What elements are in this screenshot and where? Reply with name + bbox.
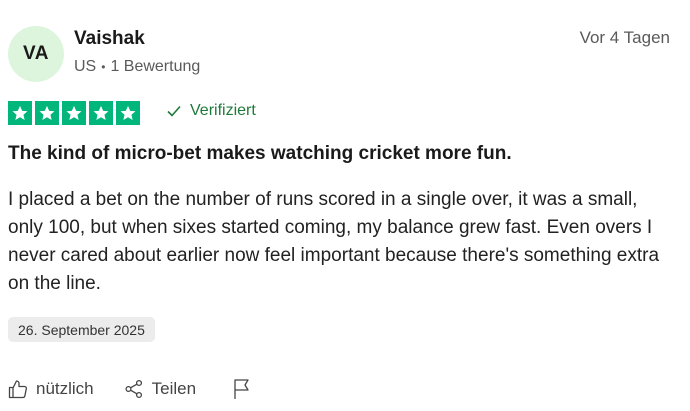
- thumbs-up-icon: [8, 380, 27, 399]
- star-icon: [62, 101, 86, 125]
- useful-label: nützlich: [36, 379, 94, 398]
- experience-date: 26. September 2025: [8, 317, 155, 342]
- useful-button[interactable]: nützlich: [8, 379, 94, 399]
- report-button[interactable]: [232, 378, 252, 400]
- share-button[interactable]: Teilen: [124, 379, 196, 399]
- review-body: I placed a bet on the number of runs sco…: [8, 189, 660, 294]
- checkmark-icon: [167, 105, 181, 117]
- verified-label: Verifiziert: [190, 102, 256, 119]
- star-rating: [8, 101, 140, 125]
- star-icon: [89, 101, 113, 125]
- reviewer-review-count: 1 Bewertung: [110, 58, 201, 75]
- verified-badge: Verifiziert: [166, 102, 256, 120]
- reviewer-country: US: [74, 58, 97, 75]
- share-label: Teilen: [151, 379, 197, 398]
- reviewer-meta: US • 1 Bewertung: [74, 58, 200, 76]
- share-icon: [125, 379, 142, 399]
- flag-icon: [234, 379, 249, 399]
- star-icon: [8, 101, 32, 125]
- meta-separator: •: [101, 60, 106, 74]
- avatar: VA: [8, 26, 64, 82]
- reviewer-name[interactable]: Vaishak: [74, 28, 145, 50]
- review-relative-date: Vor 4 Tagen: [579, 28, 670, 47]
- review-actions: nützlich Teilen: [8, 378, 252, 400]
- review-title[interactable]: The kind of micro-bet makes watching cri…: [8, 143, 512, 165]
- star-icon: [35, 101, 59, 125]
- star-icon: [116, 101, 140, 125]
